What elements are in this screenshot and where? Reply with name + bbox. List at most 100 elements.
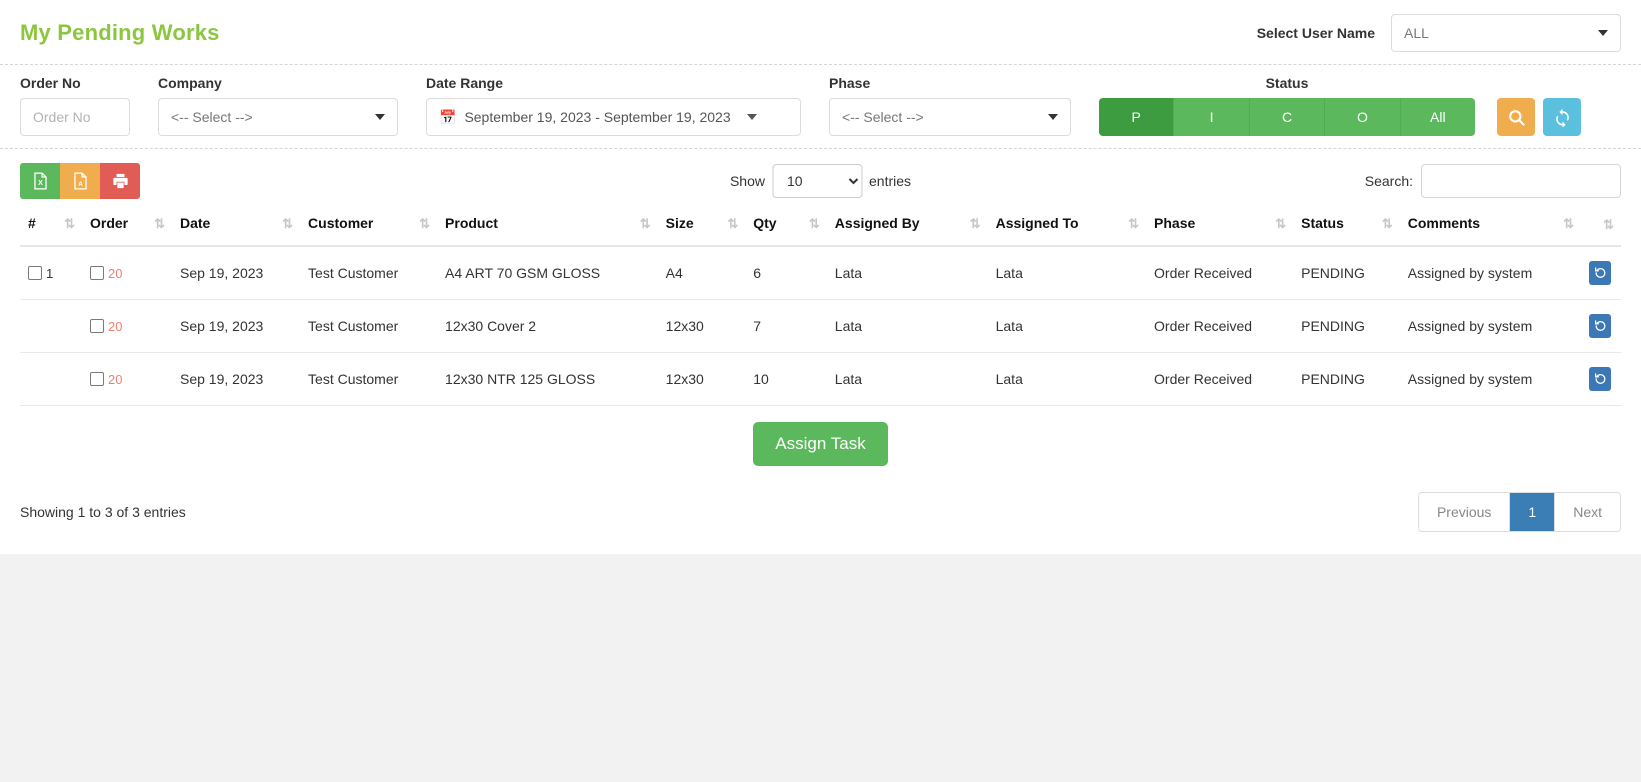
column-label: Assigned To — [995, 215, 1079, 231]
table-header-row: #⇅ Order⇅ Date⇅ Customer⇅ Product⇅ — [20, 205, 1621, 247]
column-label: Phase — [1154, 215, 1196, 231]
date-range-field-group: Date Range 📅 September 19, 2023 - Septem… — [426, 75, 801, 136]
column-label: Order — [90, 215, 129, 231]
search-icon — [1508, 109, 1525, 126]
phase-field-group: Phase <-- Select --> — [829, 75, 1071, 136]
status-button-p[interactable]: P — [1099, 98, 1175, 136]
select-all-checkbox[interactable] — [28, 266, 42, 280]
customer-cell: Test Customer — [300, 352, 438, 406]
table-row: 1 20 Sep 19, 2023 Test Customer A4 ART 7… — [20, 246, 1621, 300]
column-header-order[interactable]: Order ⇅ — [82, 205, 172, 247]
column-label: Status — [1301, 215, 1344, 231]
pagination-next[interactable]: Next — [1555, 493, 1620, 531]
row-number: 1 — [46, 265, 54, 281]
company-select-value: <-- Select --> — [171, 109, 253, 125]
qty-cell: 6 — [745, 246, 827, 300]
column-header-status[interactable]: Status ⇅ — [1293, 205, 1400, 247]
assign-task-button[interactable]: Assign Task — [753, 422, 888, 466]
column-header-comments[interactable]: Comments ⇅ — [1399, 205, 1581, 247]
history-button[interactable] — [1589, 367, 1611, 391]
column-header-assigned-to[interactable]: Assigned To ⇅ — [987, 205, 1147, 247]
user-name-select[interactable]: ALL — [1391, 14, 1621, 52]
status-button-o[interactable]: O — [1325, 98, 1401, 136]
column-header-phase[interactable]: Phase ⇅ — [1146, 205, 1294, 247]
print-button[interactable] — [100, 163, 140, 199]
printer-icon — [112, 173, 128, 189]
column-header-actions[interactable]: ⇅ — [1581, 205, 1621, 247]
assigned-to-cell: Lata — [987, 352, 1147, 406]
sort-icon: ⇅ — [1128, 215, 1139, 231]
show-label: Show — [729, 173, 765, 189]
sort-icon: ⇅ — [1381, 215, 1393, 231]
history-icon — [1594, 266, 1605, 278]
phase-select[interactable]: <-- Select --> — [829, 98, 1071, 136]
date-cell: Sep 19, 2023 — [172, 246, 301, 300]
status-button-c[interactable]: C — [1249, 98, 1326, 136]
customer-cell: Test Customer — [300, 246, 438, 300]
order-cell: 20 — [82, 299, 172, 353]
status-label: Status — [1265, 75, 1309, 91]
status-button-i[interactable]: I — [1174, 98, 1250, 136]
column-header-qty[interactable]: Qty ⇅ — [745, 205, 827, 247]
sort-icon: ⇅ — [419, 215, 430, 231]
page-length-select[interactable]: 10 25 50 100 — [772, 164, 862, 198]
export-pdf-button[interactable]: A — [60, 163, 100, 199]
column-label: # — [28, 215, 36, 231]
history-icon — [1594, 372, 1605, 384]
status-cell: PENDING — [1293, 246, 1400, 300]
filter-bar: Order No Company <-- Select --> Date Ran… — [0, 65, 1641, 149]
phase-cell: Order Received — [1146, 246, 1294, 300]
sort-icon: ⇅ — [1563, 215, 1574, 231]
product-cell: 12x30 NTR 125 GLOSS — [437, 352, 658, 406]
history-button[interactable] — [1589, 314, 1611, 338]
table-row: 20 Sep 19, 2023 Test Customer 12x30 NTR … — [20, 352, 1621, 406]
pending-works-table: #⇅ Order⇅ Date⇅ Customer⇅ Product⇅ — [20, 205, 1621, 406]
column-header-date[interactable]: Date ⇅ — [172, 205, 301, 247]
phase-cell: Order Received — [1146, 352, 1294, 406]
company-field-group: Company <-- Select --> — [158, 75, 398, 136]
pagination-page-1[interactable]: 1 — [1510, 493, 1556, 531]
assigned-by-cell: Lata — [826, 246, 988, 300]
status-button-all[interactable]: All — [1400, 98, 1475, 136]
status-cell: PENDING — [1293, 352, 1400, 406]
size-cell: A4 — [657, 246, 746, 300]
date-range-picker[interactable]: 📅 September 19, 2023 - September 19, 202… — [426, 98, 801, 136]
pagination-previous[interactable]: Previous — [1418, 493, 1511, 531]
table-body: 1 20 Sep 19, 2023 Test Customer A4 ART 7… — [20, 246, 1621, 406]
history-button[interactable] — [1589, 261, 1611, 285]
actions-cell — [1581, 299, 1621, 353]
sort-icon: ⇅ — [727, 215, 738, 231]
phase-cell: Order Received — [1146, 299, 1294, 353]
search-submit-button[interactable] — [1497, 98, 1535, 136]
column-header-product[interactable]: Product ⇅ — [437, 205, 658, 247]
column-header-assigned-by[interactable]: Assigned By ⇅ — [826, 205, 988, 247]
company-select[interactable]: <-- Select --> — [158, 98, 398, 136]
phase-label: Phase — [829, 75, 871, 91]
phase-select-value: <-- Select --> — [842, 109, 924, 125]
order-no-input[interactable] — [20, 98, 130, 136]
sort-icon: ⇅ — [154, 215, 165, 231]
page-length-control: Show 10 25 50 100 entries — [730, 164, 911, 198]
refresh-button[interactable] — [1543, 98, 1581, 136]
export-excel-button[interactable]: X — [20, 163, 60, 199]
row-checkbox[interactable] — [90, 319, 104, 333]
column-header-customer[interactable]: Customer ⇅ — [300, 205, 438, 247]
column-header-size[interactable]: Size ⇅ — [657, 205, 746, 247]
svg-text:A: A — [78, 181, 83, 188]
sort-icon: ⇅ — [969, 215, 981, 231]
customer-cell: Test Customer — [300, 299, 438, 353]
order-cell: 20 — [82, 246, 172, 300]
search-input[interactable] — [1421, 164, 1621, 198]
column-label: Date — [180, 215, 211, 231]
sort-icon: ⇅ — [64, 215, 75, 231]
pending-works-page: My Pending Works Select User Name ALL Or… — [0, 0, 1641, 554]
size-cell: 12x30 — [657, 299, 746, 353]
column-header-hash[interactable]: # ⇅ — [20, 205, 82, 247]
order-cell: 20 — [82, 352, 172, 406]
product-cell: A4 ART 70 GSM GLOSS — [437, 246, 658, 300]
row-checkbox[interactable] — [90, 266, 104, 280]
column-label: Product — [445, 215, 498, 231]
user-select-label: Select User Name — [1256, 25, 1375, 41]
row-checkbox[interactable] — [90, 372, 104, 386]
table-row: 20 Sep 19, 2023 Test Customer 12x30 Cove… — [20, 299, 1621, 353]
